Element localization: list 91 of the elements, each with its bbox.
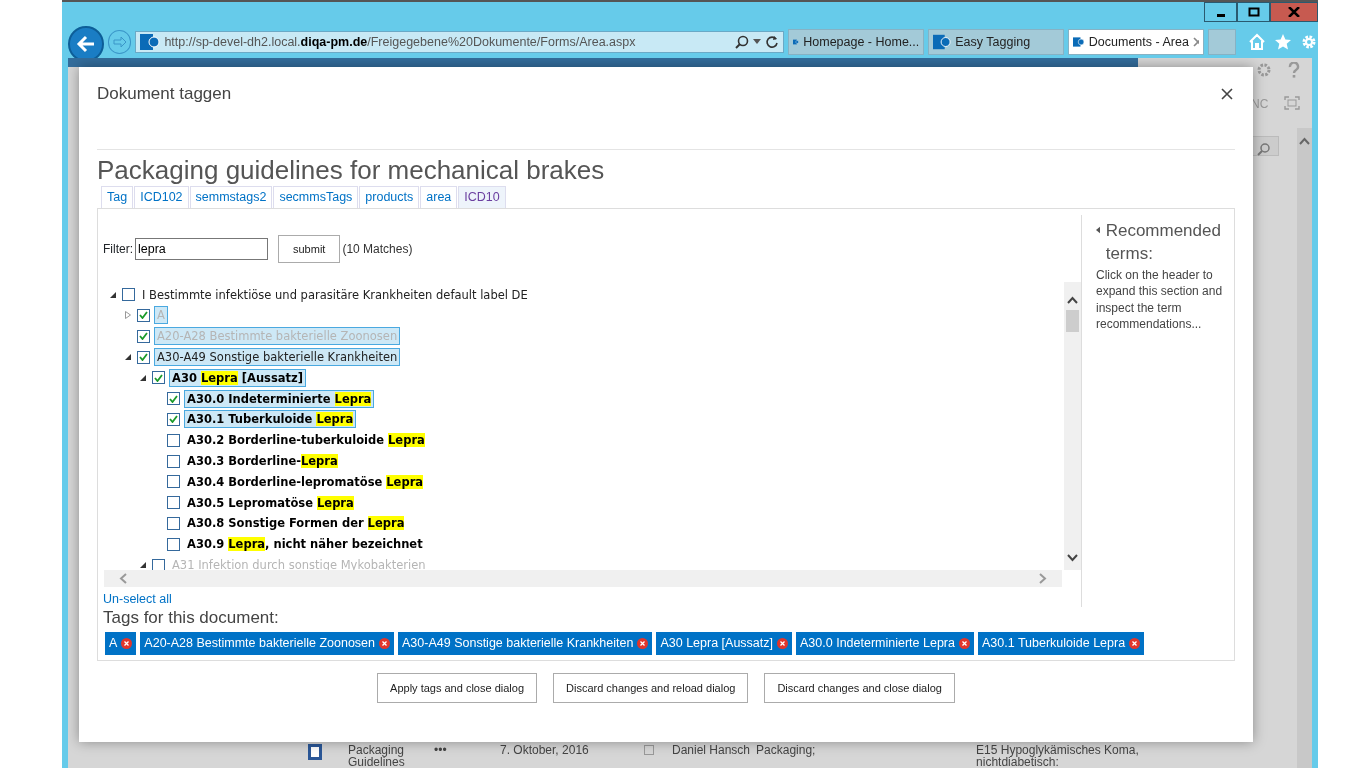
browser-tab[interactable]: Easy Tagging xyxy=(928,29,1065,55)
checkbox[interactable] xyxy=(122,288,135,302)
checkbox[interactable] xyxy=(167,537,180,551)
tab[interactable]: area xyxy=(420,186,458,208)
document-heading: Packaging guidelines for mechanical brakes xyxy=(97,154,606,186)
checkbox[interactable] xyxy=(152,371,165,385)
author-name: Daniel Hansch xyxy=(672,744,751,756)
checkbox[interactable] xyxy=(167,516,180,530)
tag-chip: A30.1 Tuberkuloide Lepra xyxy=(978,631,1145,655)
checkbox[interactable] xyxy=(644,745,654,755)
checkbox[interactable] xyxy=(137,350,150,364)
tab[interactable]: products xyxy=(359,186,420,208)
tag-chip: A20-A28 Bestimmte bakterielle Zoonosen xyxy=(140,631,395,655)
tree-item-label[interactable]: A30.4 Borderline-lepromatöse Lepra xyxy=(184,472,427,491)
page-scrollbar[interactable] xyxy=(1297,128,1312,768)
tree-item-label[interactable]: I Bestimmte infektiöse und parasitäre Krankheiten default label DE xyxy=(139,285,531,304)
checkbox[interactable] xyxy=(167,454,180,468)
checkbox[interactable] xyxy=(167,412,180,426)
search-box[interactable] xyxy=(1251,136,1279,156)
arrow-icon xyxy=(75,35,96,53)
address-bar[interactable]: http://sp-devel-dh2.local.diqa-pm.de/Freigegebene%20Dokumente/Forms/Area.aspx xyxy=(135,31,785,53)
modified-date: 7. Oktober, 2016 xyxy=(500,744,590,756)
tag-chip: A30.0 Indeterminierte Lepra xyxy=(796,631,974,655)
remove-icon[interactable] xyxy=(959,637,970,649)
caret-icon[interactable] xyxy=(753,39,762,45)
remove-icon[interactable] xyxy=(777,637,788,649)
tree-item-label[interactable]: A30.1 Tuberkuloide Lepra xyxy=(184,410,357,429)
tab[interactable]: secmmsTags xyxy=(273,186,359,208)
close-icon xyxy=(1288,7,1300,17)
expanded-icon[interactable] xyxy=(140,562,146,568)
unselect-all-link[interactable]: Un-select all xyxy=(103,590,172,609)
tab[interactable]: Tag xyxy=(101,186,134,208)
collapse-icon[interactable] xyxy=(1096,225,1100,234)
recommended-text: Click on the header to expand this section and inspect the term recommendations... xyxy=(1096,266,1224,333)
recommended-title[interactable]: Recommended terms: xyxy=(1105,218,1228,265)
tag-chip: A30-A49 Sonstige bakterielle Krankheiten xyxy=(398,631,653,655)
submit-button[interactable]: submit xyxy=(278,234,341,264)
checkbox[interactable] xyxy=(152,558,165,571)
match-count: (10 Matches) xyxy=(342,241,413,258)
dialog-button[interactable]: Apply tags and close dialog xyxy=(377,672,537,704)
tags-label: Tags for this document: xyxy=(103,607,280,628)
browser-tab[interactable]: Documents - Area xyxy=(1068,29,1205,55)
dialog-button[interactable]: Discard changes and close dialog xyxy=(764,672,955,704)
maximize-icon xyxy=(1247,7,1260,17)
document-icon xyxy=(308,744,322,760)
tab[interactable]: semmstags2 xyxy=(189,186,273,208)
maximize-button[interactable] xyxy=(1237,2,1270,22)
tag-chip: A xyxy=(105,631,137,655)
tree-item-label[interactable]: A30.0 Indeterminierte Lepra xyxy=(184,389,375,408)
close-button[interactable] xyxy=(1270,2,1318,22)
tree-item-label[interactable]: A30 Lepra [Aussatz] xyxy=(169,368,306,387)
minimize-icon xyxy=(1216,14,1225,17)
remove-icon[interactable] xyxy=(379,637,391,649)
search-icon[interactable] xyxy=(735,35,750,49)
arrow-icon xyxy=(112,36,127,48)
dialog-title: Dokument taggen xyxy=(97,83,232,106)
filter-label: Filter: xyxy=(103,241,133,258)
tree-item-label[interactable]: A30-A49 Sonstige bakterielle Krankheiten xyxy=(154,348,401,367)
remove-icon[interactable] xyxy=(121,637,133,649)
filter-field[interactable]: lepra xyxy=(135,238,268,260)
remove-icon[interactable] xyxy=(637,637,649,649)
checkbox[interactable] xyxy=(137,308,150,322)
checkbox[interactable] xyxy=(167,392,180,406)
expanded-icon[interactable] xyxy=(110,291,116,298)
more-icon[interactable]: ••• xyxy=(434,744,474,756)
scrollbar-thumb[interactable] xyxy=(1066,310,1079,333)
tree-item-label[interactable]: A30.5 Lepromatöse Lepra xyxy=(184,493,357,512)
close-icon[interactable] xyxy=(1221,88,1233,100)
vertical-scrollbar[interactable] xyxy=(1064,282,1081,571)
tree-item-label[interactable]: A30.2 Borderline-tuberkuloide Lepra xyxy=(184,431,428,450)
browser-tab[interactable]: Homepage - Home... xyxy=(788,29,925,55)
minimize-button[interactable] xyxy=(1204,2,1237,22)
remove-icon[interactable] xyxy=(1129,637,1141,649)
checkbox[interactable] xyxy=(167,433,180,447)
expanded-icon[interactable] xyxy=(140,374,146,381)
checkbox[interactable] xyxy=(137,329,150,343)
term-text: E15 Hypoglykämisches Koma, nichtdiabetisch: xyxy=(976,744,1140,768)
refresh-icon[interactable] xyxy=(765,35,780,49)
checkbox[interactable] xyxy=(167,475,180,489)
document-name: Packaging Guidelines xyxy=(348,744,406,768)
expanded-icon[interactable] xyxy=(125,354,131,361)
tree-item-label[interactable]: A30.8 Sonstige Formen der Lepra xyxy=(184,514,408,533)
tag-chip: A30 Lepra [Aussatz] xyxy=(656,631,792,655)
tab[interactable]: ICD102 xyxy=(134,186,189,208)
url-text: http://sp-devel-dh2.local.diqa-pm.de/Freigegebene%20Dokumente/Forms/Area.aspx xyxy=(164,33,637,51)
checkbox[interactable] xyxy=(167,496,180,510)
star-icon[interactable] xyxy=(1274,33,1292,51)
dialog-button[interactable]: Discard changes and reload dialog xyxy=(553,672,749,704)
tag-text: Packaging; xyxy=(756,744,817,756)
tab[interactable]: ICD10 xyxy=(458,186,506,208)
collapsed-icon[interactable] xyxy=(125,311,131,320)
